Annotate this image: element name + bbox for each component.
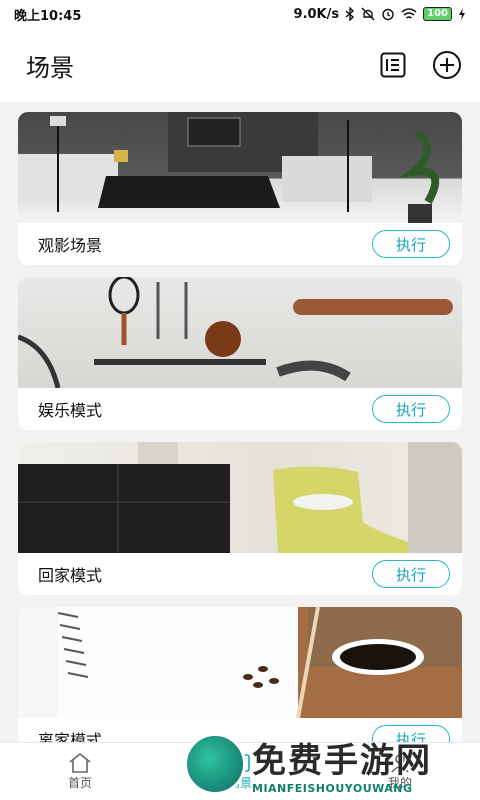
scene-card-footer: 回家模式 执行 xyxy=(18,553,462,595)
plus-circle-icon xyxy=(433,51,461,79)
add-scene-button[interactable] xyxy=(432,50,462,80)
scene-name: 回家模式 xyxy=(38,566,103,585)
scene-card-home[interactable]: 回家模式 执行 xyxy=(18,442,462,595)
scene-card-footer: 观影场景 执行 xyxy=(18,223,462,265)
watermark: 免费手游网 MIANFEISHOUYOUWANG xyxy=(184,728,480,800)
scene-name: 观影场景 xyxy=(38,236,103,255)
list-icon xyxy=(380,52,406,78)
alarm-icon xyxy=(382,8,394,21)
nav-home[interactable]: 首页 xyxy=(0,743,160,800)
wifi-icon xyxy=(401,7,417,19)
watermark-cn: 免费手游网 xyxy=(252,741,432,781)
bedroom-chaise-photo xyxy=(18,442,462,553)
home-icon xyxy=(69,752,91,773)
scene-name: 娱乐模式 xyxy=(38,401,103,420)
sports-wall-photo xyxy=(18,277,462,388)
header-actions xyxy=(378,50,462,80)
status-time: 晚上10:45 xyxy=(14,8,82,24)
watermark-logo-icon xyxy=(184,733,246,795)
watermark-text: 免费手游网 MIANFEISHOUYOUWANG xyxy=(252,733,432,795)
scene-card-movie[interactable]: 观影场景 执行 xyxy=(18,112,462,265)
execute-button[interactable]: 执行 xyxy=(372,230,450,258)
bluetooth-icon xyxy=(345,7,355,21)
page-title: 场景 xyxy=(26,53,74,82)
status-bar: 晚上10:45 9.0K/s 100 xyxy=(0,0,480,28)
scene-list: 观影场景 执行 娱乐模式 执行 回家模式 执行 离家模式 执行 xyxy=(18,112,462,772)
battery-icon: 100 xyxy=(423,7,452,21)
living-room-photo xyxy=(18,112,462,223)
scene-card-entertainment[interactable]: 娱乐模式 执行 xyxy=(18,277,462,430)
network-speed: 9.0K/s xyxy=(293,6,340,22)
app-header: 场景 xyxy=(0,28,480,102)
execute-button[interactable]: 执行 xyxy=(372,560,450,588)
nav-home-label: 首页 xyxy=(67,776,92,790)
scene-card-footer: 娱乐模式 执行 xyxy=(18,388,462,430)
watermark-en: MIANFEISHOUYOUWANG xyxy=(252,782,413,795)
list-button[interactable] xyxy=(378,50,408,80)
execute-button[interactable]: 执行 xyxy=(372,395,450,423)
status-icons: 9.0K/s 100 xyxy=(294,7,466,22)
notebook-coffee-photo xyxy=(18,607,462,718)
mute-icon xyxy=(361,7,375,21)
charging-icon xyxy=(459,8,465,20)
